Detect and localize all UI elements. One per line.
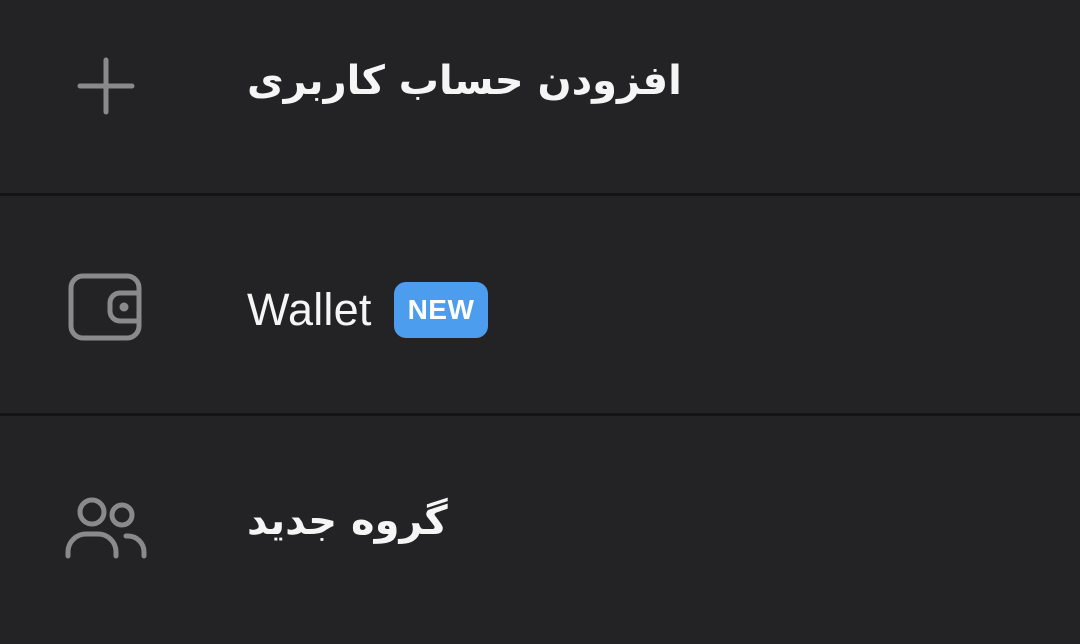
new-group-label: گروه جدید <box>247 498 448 544</box>
wallet-label-row: Wallet NEW <box>247 282 489 338</box>
add-account-menu-item[interactable]: افزودن حساب کاربری <box>0 0 1080 193</box>
new-badge: NEW <box>393 282 489 338</box>
group-icon <box>62 484 150 572</box>
new-group-menu-item[interactable]: گروه جدید <box>0 416 1080 644</box>
wallet-icon <box>62 263 150 351</box>
wallet-label: Wallet <box>247 284 372 335</box>
plus-icon <box>62 42 150 130</box>
add-account-label: افزودن حساب کاربری <box>247 58 682 104</box>
side-menu: افزودن حساب کاربری Wallet NEW گروه جدید <box>0 0 1080 644</box>
wallet-menu-item[interactable]: Wallet NEW <box>0 196 1080 413</box>
